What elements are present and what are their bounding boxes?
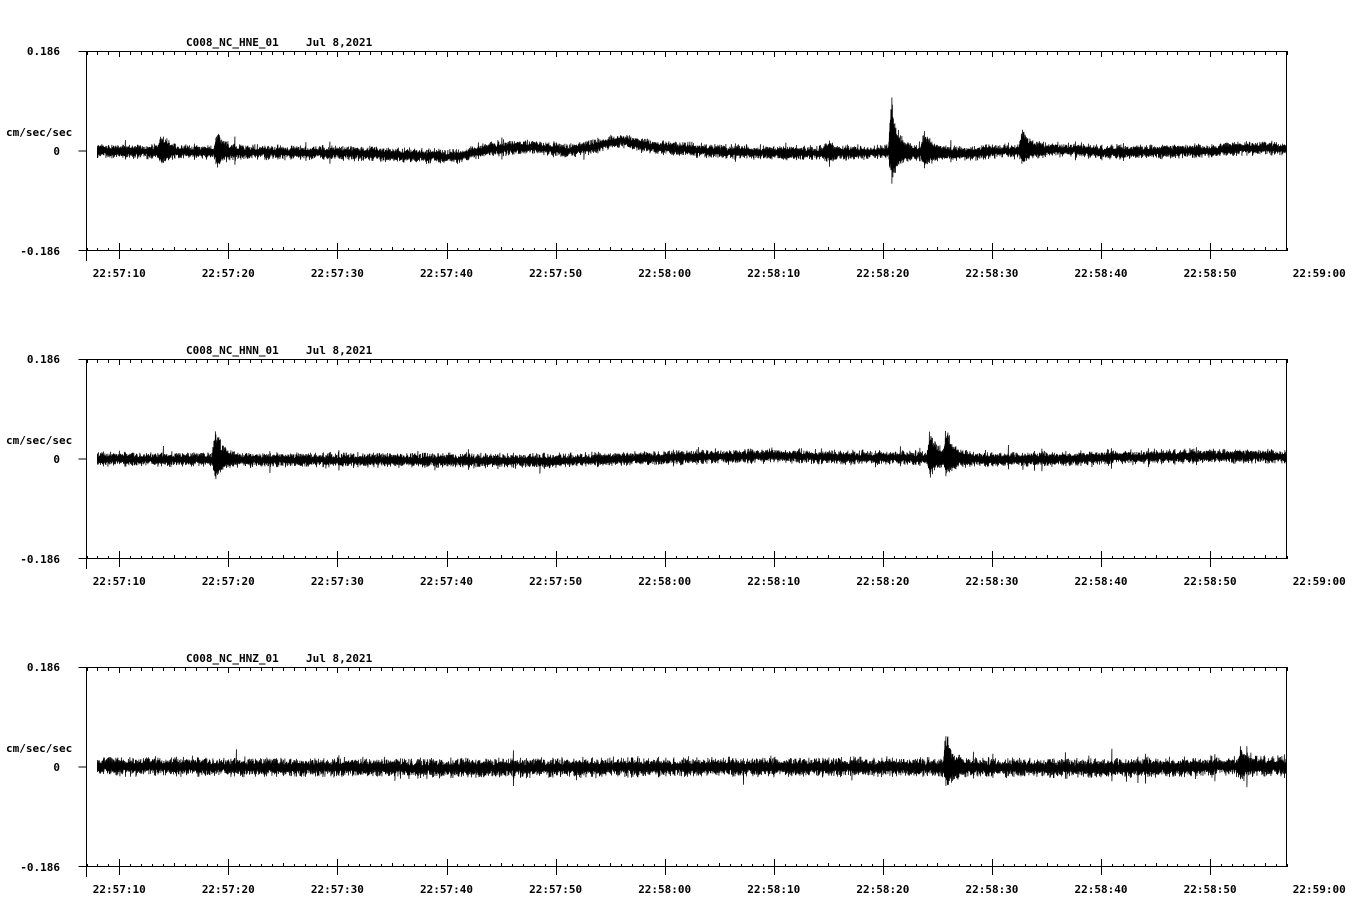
y-tick-top-hne: 0.186 (27, 45, 60, 58)
x-tick-label: 22:58:30 (965, 267, 1018, 280)
x-tick-label: 22:58:10 (747, 575, 800, 588)
y-axis-label-hne: cm/sec/sec (6, 126, 72, 139)
waveform-trace (97, 97, 1287, 184)
x-tick-label: 22:59:00 (1293, 575, 1346, 588)
x-tick-label: 22:58:20 (856, 575, 909, 588)
y-tick-top-hnz: 0.186 (27, 661, 60, 674)
y-tick-bottom-hnz: -0.186 (20, 861, 60, 874)
y-axis-label-hnz: cm/sec/sec (6, 742, 72, 755)
y-tick-bottom-hnn: -0.186 (20, 553, 60, 566)
x-tick-label: 22:57:40 (420, 575, 473, 588)
x-tick-label: 22:57:20 (202, 575, 255, 588)
x-tick-label: 22:57:50 (529, 267, 582, 280)
panel-date-hnn: Jul 8,2021 (306, 344, 373, 357)
x-tick-label: 22:57:10 (93, 267, 146, 280)
panel-hnz: C008_NC_HNZ_01 Jul 8,2021 cm/sec/sec 0.1… (6, 652, 1346, 896)
y-tick-top-hnn: 0.186 (27, 353, 60, 366)
x-tick-label: 22:58:40 (1075, 883, 1128, 896)
x-tick-label: 22:58:20 (856, 883, 909, 896)
y-axis-label-hnn: cm/sec/sec (6, 434, 72, 447)
x-tick-label: 22:58:00 (638, 575, 691, 588)
x-tick-label: 22:58:50 (1184, 575, 1237, 588)
x-tick-label: 22:57:40 (420, 267, 473, 280)
x-tick-label: 22:57:10 (93, 575, 146, 588)
waveform-trace (97, 736, 1287, 788)
panel-title-hnn: C008_NC_HNN_01 (186, 344, 279, 357)
x-tick-label: 22:58:50 (1184, 267, 1237, 280)
x-tick-label: 22:58:30 (965, 883, 1018, 896)
seismogram-figure: C008_NC_HNE_01 Jul 8,2021 cm/sec/sec 0.1… (6, 36, 1346, 896)
x-tick-label: 22:58:00 (638, 267, 691, 280)
x-tick-label: 22:57:20 (202, 267, 255, 280)
x-tick-label: 22:57:30 (311, 883, 364, 896)
y-tick-zero-hnz: 0 (53, 761, 60, 774)
y-tick-bottom-hne: -0.186 (20, 245, 60, 258)
x-tick-label: 22:58:10 (747, 883, 800, 896)
panel-hnn: C008_NC_HNN_01 Jul 8,2021 cm/sec/sec 0.1… (6, 344, 1346, 588)
x-tick-label: 22:57:50 (529, 883, 582, 896)
x-tick-label: 22:58:40 (1075, 267, 1128, 280)
x-tick-label: 22:57:40 (420, 883, 473, 896)
waveform-trace (97, 430, 1287, 480)
panel-date-hne: Jul 8,2021 (306, 36, 373, 49)
x-tick-label: 22:57:10 (93, 883, 146, 896)
x-tick-label: 22:58:20 (856, 267, 909, 280)
x-tick-label: 22:57:30 (311, 267, 364, 280)
panel-date-hnz: Jul 8,2021 (306, 652, 373, 665)
panel-title-hnz: C008_NC_HNZ_01 (186, 652, 279, 665)
x-tick-label: 22:58:30 (965, 575, 1018, 588)
x-tick-label: 22:57:30 (311, 575, 364, 588)
x-tick-label: 22:58:00 (638, 883, 691, 896)
panel-hne: C008_NC_HNE_01 Jul 8,2021 cm/sec/sec 0.1… (6, 36, 1346, 280)
x-tick-label: 22:58:10 (747, 267, 800, 280)
x-tick-label: 22:58:40 (1075, 575, 1128, 588)
x-tick-label: 22:58:50 (1184, 883, 1237, 896)
x-tick-label: 22:57:20 (202, 883, 255, 896)
panel-title-hne: C008_NC_HNE_01 (186, 36, 279, 49)
x-tick-label: 22:59:00 (1293, 267, 1346, 280)
y-tick-zero-hne: 0 (53, 145, 60, 158)
x-tick-label: 22:59:00 (1293, 883, 1346, 896)
y-tick-zero-hnn: 0 (53, 453, 60, 466)
x-tick-label: 22:57:50 (529, 575, 582, 588)
